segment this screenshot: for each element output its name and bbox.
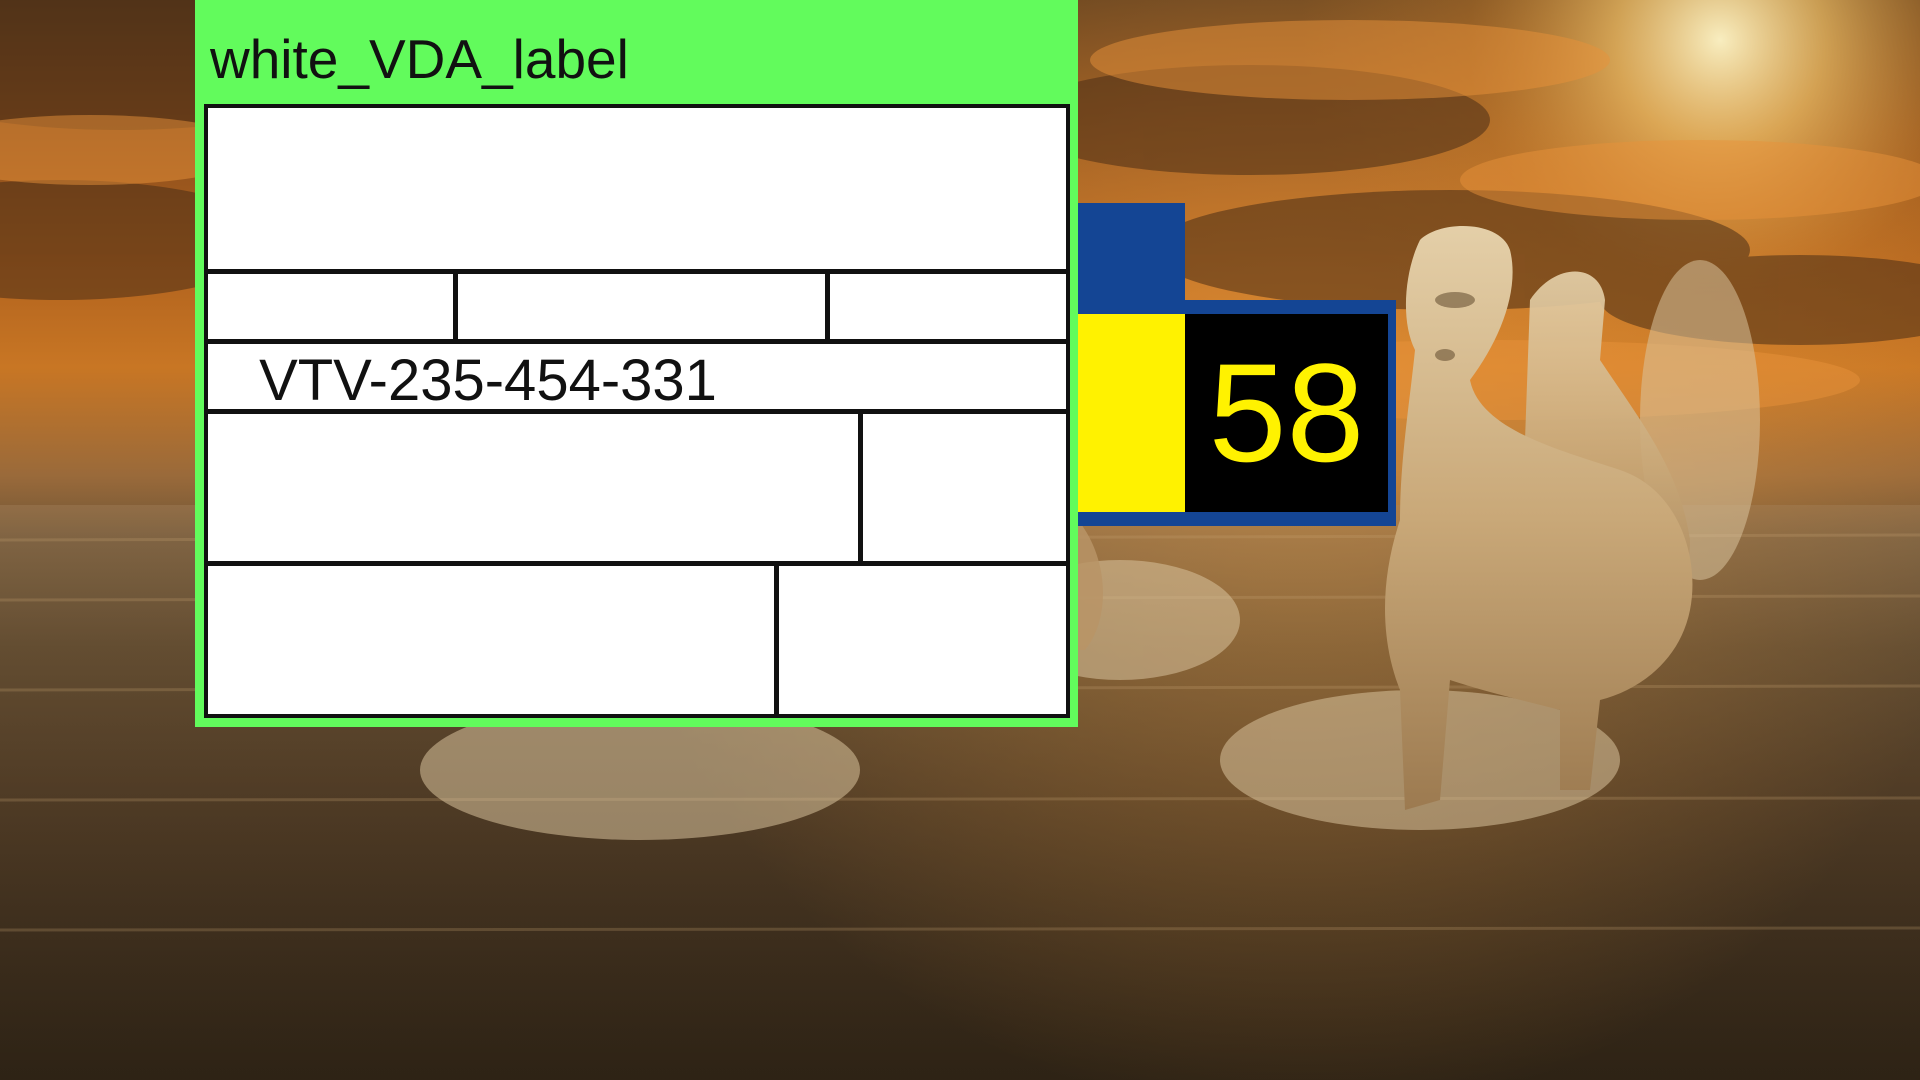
counter-tab [1078, 203, 1185, 303]
divider-line [208, 561, 1066, 566]
divider-line [208, 339, 1066, 344]
window-title: white_VDA_label [210, 28, 629, 90]
vda-label-sheet: VTV-235-454-331 [204, 104, 1070, 718]
divider-line [208, 409, 1066, 414]
counter-indicator [1078, 314, 1185, 512]
counter-panel: 58 [1078, 300, 1396, 526]
label-identifier: VTV-235-454-331 [259, 348, 717, 413]
vda-label-window[interactable]: white_VDA_label VTV-235-454-331 [195, 0, 1078, 727]
divider-line [825, 274, 830, 339]
divider-line [858, 414, 863, 561]
counter-value: 58 [1208, 334, 1365, 491]
divider-line [774, 566, 779, 714]
divider-line [208, 269, 1066, 274]
divider-line [453, 274, 458, 339]
counter-display: 58 [1185, 314, 1388, 512]
